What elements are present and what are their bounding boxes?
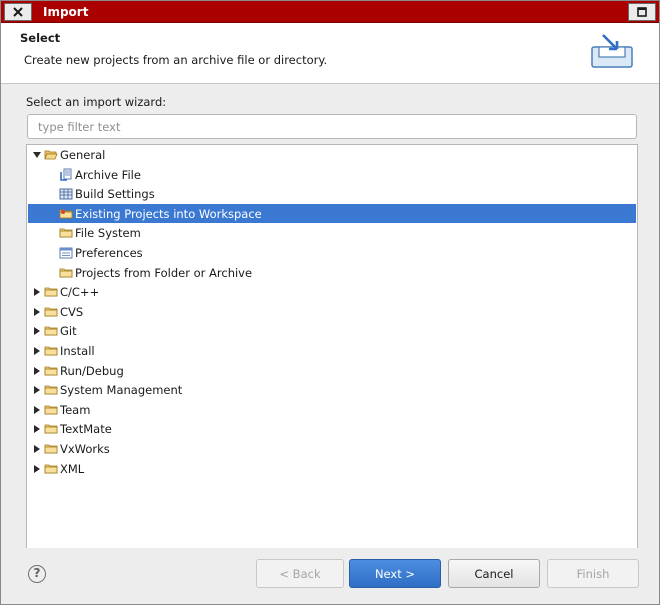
folder-icon [44, 442, 58, 456]
tree-item-cvs[interactable]: CVS [28, 302, 636, 321]
maximize-icon[interactable] [628, 3, 656, 21]
tree-item-label: CVS [60, 304, 84, 319]
tree-item-label: TextMate [60, 421, 112, 436]
tree-item-label: Install [60, 343, 95, 358]
preferences-icon [59, 246, 73, 260]
tree-item-build-settings[interactable]: Build Settings [28, 184, 636, 203]
tree-item-projects-from-folder-or-archive[interactable]: Projects from Folder or Archive [28, 263, 636, 282]
folder-icon [44, 422, 58, 436]
tree-item-label: XML [60, 461, 85, 476]
tree-item-xml[interactable]: XML [28, 459, 636, 478]
folder-icon [44, 305, 58, 319]
close-icon[interactable] [4, 3, 32, 21]
import-wizard-icon [591, 33, 635, 71]
tree-item-general[interactable]: General [28, 145, 636, 164]
back-button[interactable]: < Back [256, 559, 344, 588]
tree-item-label: Team [60, 402, 91, 417]
finish-button[interactable]: Finish [547, 559, 639, 588]
wizard-label: Select an import wizard: [26, 95, 167, 109]
page-title: Select [20, 31, 61, 45]
folder-icon [59, 226, 73, 240]
tree-item-system-management[interactable]: System Management [28, 380, 636, 399]
tree-item-label: Run/Debug [60, 363, 124, 378]
tree-item-install[interactable]: Install [28, 341, 636, 360]
collapsed-arrow-icon[interactable] [32, 287, 42, 297]
tree-item-label: General [60, 147, 106, 162]
title-bar: Import [1, 1, 659, 23]
tree-item-label: Git [60, 323, 77, 338]
tree-item-label: File System [75, 225, 141, 240]
collapsed-arrow-icon[interactable] [32, 464, 42, 474]
help-icon[interactable]: ? [28, 565, 46, 583]
wizard-tree[interactable]: General Archive File Build Settings Existin… [26, 144, 638, 565]
build-settings-icon [59, 187, 73, 201]
folder-icon [44, 364, 58, 378]
collapsed-arrow-icon[interactable] [32, 346, 42, 356]
existing-projects-icon [59, 207, 73, 221]
tree-item-label: Build Settings [75, 186, 155, 201]
tree-item-label: Projects from Folder or Archive [75, 265, 253, 280]
button-bar: ? < Back Next > Cancel Finish [1, 548, 659, 604]
filter-input[interactable] [27, 114, 637, 139]
tree-item-label: System Management [60, 382, 183, 397]
tree-item-label: Archive File [75, 167, 141, 182]
cancel-button[interactable]: Cancel [448, 559, 540, 588]
collapsed-arrow-icon[interactable] [32, 405, 42, 415]
tree-item-git[interactable]: Git [28, 321, 636, 340]
collapsed-arrow-icon[interactable] [32, 424, 42, 434]
tree-item-label: C/C++ [60, 284, 100, 299]
tree-item-label: VxWorks [60, 441, 110, 456]
folder-icon [44, 462, 58, 476]
tree-item-existing-projects-into-workspace[interactable]: Existing Projects into Workspace [28, 204, 636, 223]
folder-icon [59, 266, 73, 280]
window-title: Import [37, 3, 623, 21]
tree-item-run-debug[interactable]: Run/Debug [28, 361, 636, 380]
wizard-header: Select Create new projects from an archi… [1, 23, 659, 84]
tree-item-file-system[interactable]: File System [28, 223, 636, 242]
next-button[interactable]: Next > [349, 559, 441, 588]
folder-icon [44, 324, 58, 338]
tree-item-team[interactable]: Team [28, 400, 636, 419]
folder-icon [44, 285, 58, 299]
collapsed-arrow-icon[interactable] [32, 326, 42, 336]
folder-icon [44, 383, 58, 397]
collapsed-arrow-icon[interactable] [32, 385, 42, 395]
page-description: Create new projects from an archive file… [24, 53, 328, 67]
tree-item-textmate[interactable]: TextMate [28, 419, 636, 438]
expanded-arrow-icon[interactable] [32, 150, 42, 160]
tree-item-archive-file[interactable]: Archive File [28, 165, 636, 184]
tree-item-vxworks[interactable]: VxWorks [28, 439, 636, 458]
tree-item-preferences[interactable]: Preferences [28, 243, 636, 262]
tree-item-c-c[interactable]: C/C++ [28, 282, 636, 301]
collapsed-arrow-icon[interactable] [32, 366, 42, 376]
import-dialog: Import Select Create new projects from a… [0, 0, 660, 605]
folder-icon [44, 344, 58, 358]
folder-icon [44, 403, 58, 417]
collapsed-arrow-icon[interactable] [32, 307, 42, 317]
archive-file-icon [59, 168, 73, 182]
collapsed-arrow-icon[interactable] [32, 444, 42, 454]
tree-item-label: Existing Projects into Workspace [75, 206, 262, 221]
wizard-content: Select an import wizard: General Archive … [1, 85, 659, 565]
tree-item-label: Preferences [75, 245, 143, 260]
folder-open-icon [44, 148, 58, 162]
